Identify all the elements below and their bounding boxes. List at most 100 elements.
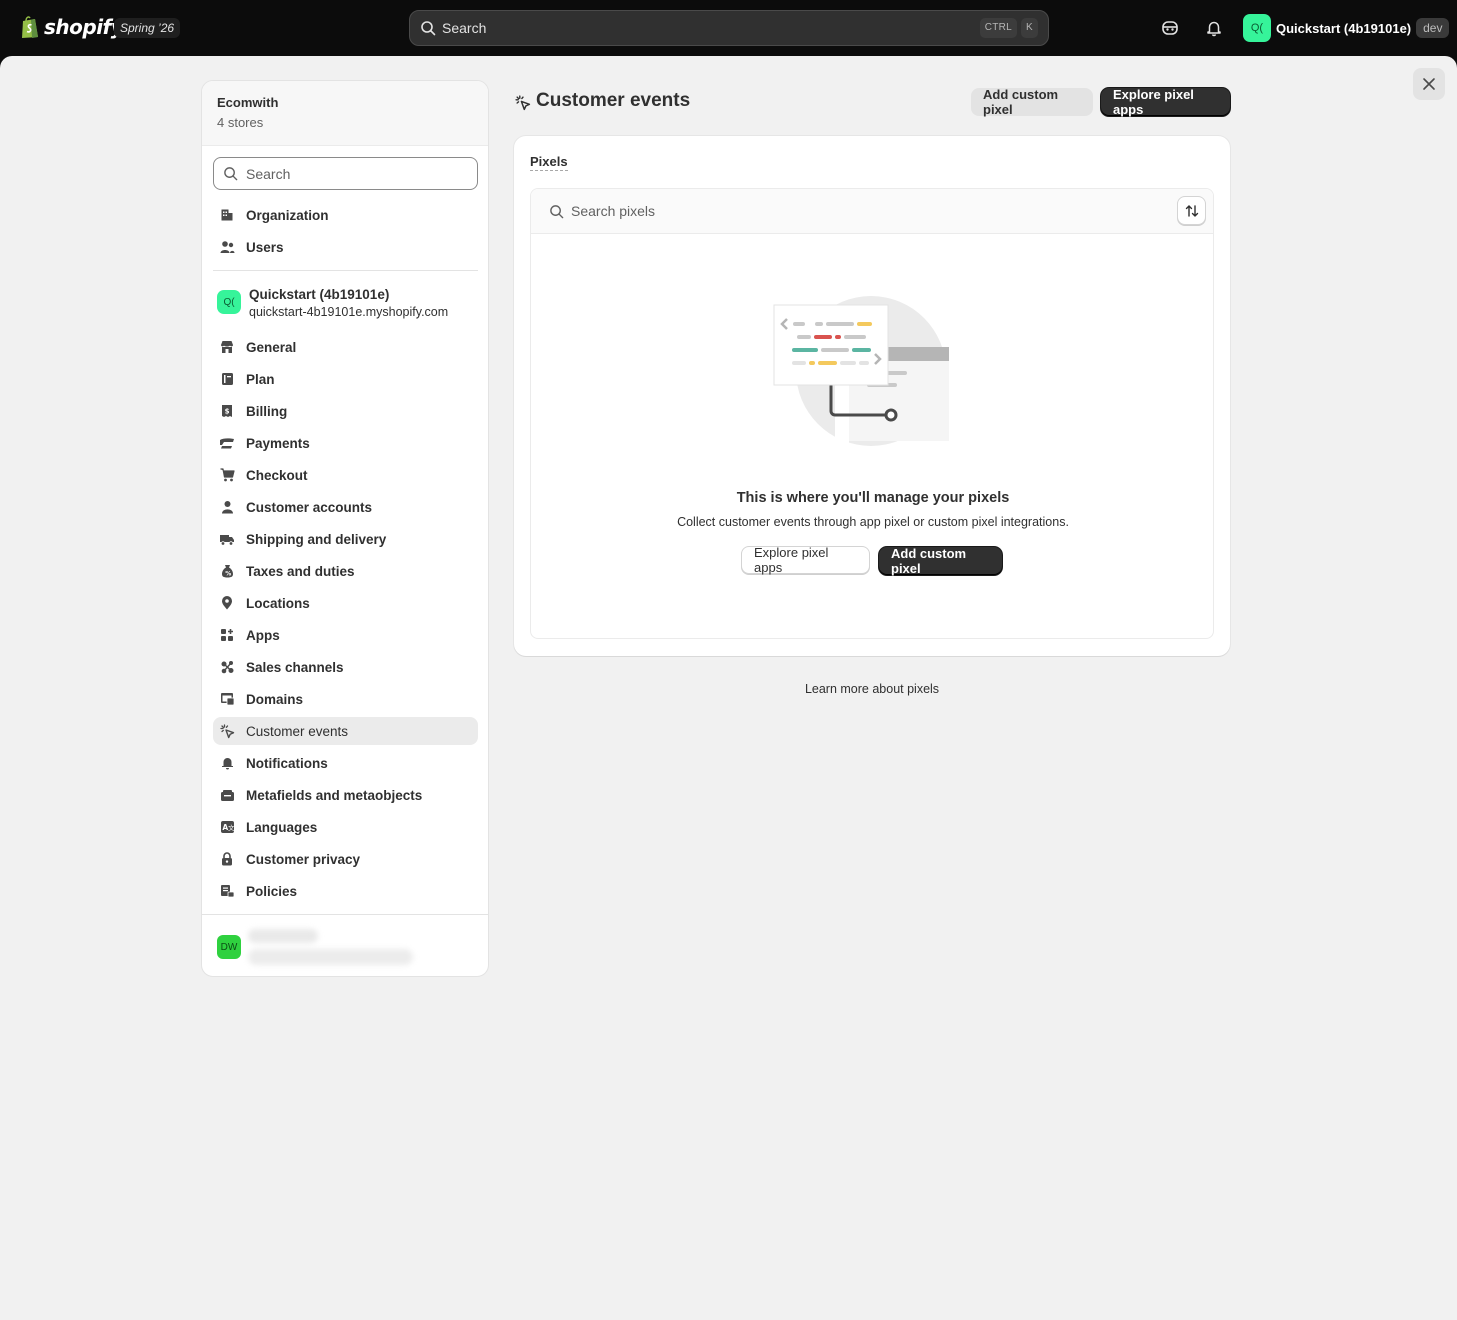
svg-text:文: 文 xyxy=(228,823,235,832)
sidebar-item-label: Customer privacy xyxy=(246,851,361,867)
sidebar-item-label: General xyxy=(246,339,297,355)
pixels-list: Search pixels This is where you'll manag… xyxy=(530,188,1214,639)
organization-store-count: 4 stores xyxy=(217,115,264,130)
sidebar-item-label: Locations xyxy=(246,595,310,611)
sidebar-item-locations[interactable]: Locations xyxy=(213,589,478,617)
explore-pixel-apps-button[interactable]: Explore pixel apps xyxy=(1101,87,1230,117)
close-settings-button[interactable] xyxy=(1413,68,1445,100)
sort-button[interactable] xyxy=(1177,196,1206,225)
redacted-user-email xyxy=(248,949,413,965)
cart-icon xyxy=(219,467,235,483)
learn-more-pixels-link[interactable]: Learn more about pixels xyxy=(514,682,1230,696)
sidebar-item-languages[interactable]: A文 Languages xyxy=(213,813,478,841)
page-title: Customer events xyxy=(536,90,691,111)
current-store-entry[interactable]: Q( Quickstart (4b19101e) quickstart-4b19… xyxy=(217,287,448,319)
search-icon xyxy=(224,167,238,181)
svg-text:%: % xyxy=(225,571,231,578)
sidebar-item-label: Languages xyxy=(246,819,318,835)
sidebar-item-label: Domains xyxy=(246,691,304,707)
pixels-card-title: Pixels xyxy=(530,154,568,171)
global-search[interactable]: Search CTRL K xyxy=(409,10,1049,46)
notifications-button[interactable] xyxy=(1202,16,1226,40)
dev-store-badge: dev xyxy=(1416,18,1450,38)
tax-icon: % xyxy=(219,563,235,579)
languages-icon: A文 xyxy=(219,819,235,835)
sidebar-item-customer-privacy[interactable]: Customer privacy xyxy=(213,845,478,873)
sidebar-item-label: Apps xyxy=(246,627,280,643)
cursor-click-icon xyxy=(515,95,531,111)
sidebar-item-shipping-and-delivery[interactable]: Shipping and delivery xyxy=(213,525,478,553)
apps-icon xyxy=(219,627,235,643)
sidebar-item-label: Policies xyxy=(246,883,298,899)
search-icon xyxy=(421,21,436,36)
store-name: Quickstart (4b19101e) xyxy=(1276,20,1412,36)
sidebar-item-label: Billing xyxy=(246,403,288,419)
sidebar-item-checkout[interactable]: Checkout xyxy=(213,461,478,489)
sidebar-item-apps[interactable]: Apps xyxy=(213,621,478,649)
sidebar-item-billing[interactable]: $ Billing xyxy=(213,397,478,425)
sidebar-item-metafields-and-metaobjects[interactable]: Metafields and metaobjects xyxy=(213,781,478,809)
release-badge[interactable]: Spring ’26 xyxy=(114,18,181,38)
sidebar-item-organization[interactable]: Organization xyxy=(213,201,478,229)
empty-state-description: Collect customer events through app pixe… xyxy=(677,515,1069,529)
empty-explore-pixel-apps-button[interactable]: Explore pixel apps xyxy=(741,545,870,575)
sidebar-item-label: Metafields and metaobjects xyxy=(246,787,423,803)
sidebar-item-label: Users xyxy=(246,239,284,255)
bell-icon xyxy=(219,755,235,771)
redacted-user-name xyxy=(248,929,318,943)
settings-sidebar: Ecomwith 4 stores Search Organization Us… xyxy=(201,80,489,977)
sort-arrows-icon xyxy=(1185,204,1198,217)
sidebar-item-label: Sales channels xyxy=(246,659,344,675)
policies-icon xyxy=(219,883,235,899)
store-avatar: Q( xyxy=(217,290,241,314)
sidebar-item-payments[interactable]: Payments xyxy=(213,429,478,457)
sidebar-item-label: Taxes and duties xyxy=(246,563,355,579)
svg-text:$: $ xyxy=(225,408,230,416)
sidebar-item-general[interactable]: General xyxy=(213,333,478,361)
sidekick-button[interactable] xyxy=(1158,16,1182,40)
user-avatar: DW xyxy=(217,935,241,959)
search-pixels-input[interactable]: Search pixels xyxy=(531,189,1213,234)
empty-state-heading: This is where you'll manage your pixels xyxy=(736,490,1010,506)
payments-icon xyxy=(219,435,235,451)
account-footer[interactable]: DW xyxy=(202,914,488,976)
top-bar: shopify Spring ’26 Search CTRL K Q( Quic… xyxy=(0,0,1457,56)
pixels-card: Pixels Search pixels This is where you'l… xyxy=(514,136,1230,656)
empty-add-custom-pixel-button[interactable]: Add custom pixel xyxy=(879,546,1002,576)
sidebar-item-plan[interactable]: Plan xyxy=(213,365,478,393)
store-avatar: Q( xyxy=(1243,14,1271,42)
store-switcher[interactable]: Q( Quickstart (4b19101e) dev xyxy=(1243,14,1450,42)
sidebar-item-policies[interactable]: Policies xyxy=(213,877,478,905)
truck-icon xyxy=(219,531,235,547)
sidebar-divider xyxy=(213,270,478,271)
shopify-logo[interactable]: shopify xyxy=(20,15,124,39)
sidebar-item-domains[interactable]: Domains xyxy=(213,685,478,713)
domains-icon xyxy=(219,691,235,707)
sidebar-item-label: Customer accounts xyxy=(246,499,373,515)
sidebar-item-taxes-and-duties[interactable]: % Taxes and duties xyxy=(213,557,478,585)
close-icon xyxy=(1423,78,1435,90)
organization-header[interactable]: Ecomwith 4 stores xyxy=(202,81,488,146)
channels-icon xyxy=(219,659,235,675)
organization-name: Ecomwith xyxy=(217,95,279,110)
organization-icon xyxy=(219,207,235,223)
cursor-click-icon xyxy=(219,723,235,739)
sidebar-item-sales-channels[interactable]: Sales channels xyxy=(213,653,478,681)
settings-search-input[interactable]: Search xyxy=(213,157,478,190)
plan-icon xyxy=(219,371,235,387)
sidebar-item-label: Organization xyxy=(246,207,329,223)
sidebar-item-users[interactable]: Users xyxy=(213,233,478,261)
search-pixels-placeholder: Search pixels xyxy=(571,203,656,219)
store-settings-nav: General Plan $ Billing Payments Checkout… xyxy=(213,333,478,909)
sidebar-item-label: Checkout xyxy=(246,467,308,483)
sidebar-item-customer-accounts[interactable]: Customer accounts xyxy=(213,493,478,521)
users-icon xyxy=(219,239,235,255)
sidebar-item-customer-events[interactable]: Customer events xyxy=(213,717,478,745)
shortcut-k-key: K xyxy=(1021,18,1038,38)
add-custom-pixel-button[interactable]: Add custom pixel xyxy=(971,87,1093,117)
sidebar-item-notifications[interactable]: Notifications xyxy=(213,749,478,777)
location-icon xyxy=(219,595,235,611)
sidekick-icon xyxy=(1162,21,1178,35)
sidebar-item-label: Shipping and delivery xyxy=(246,531,387,547)
sidebar-item-label: Payments xyxy=(246,435,310,451)
